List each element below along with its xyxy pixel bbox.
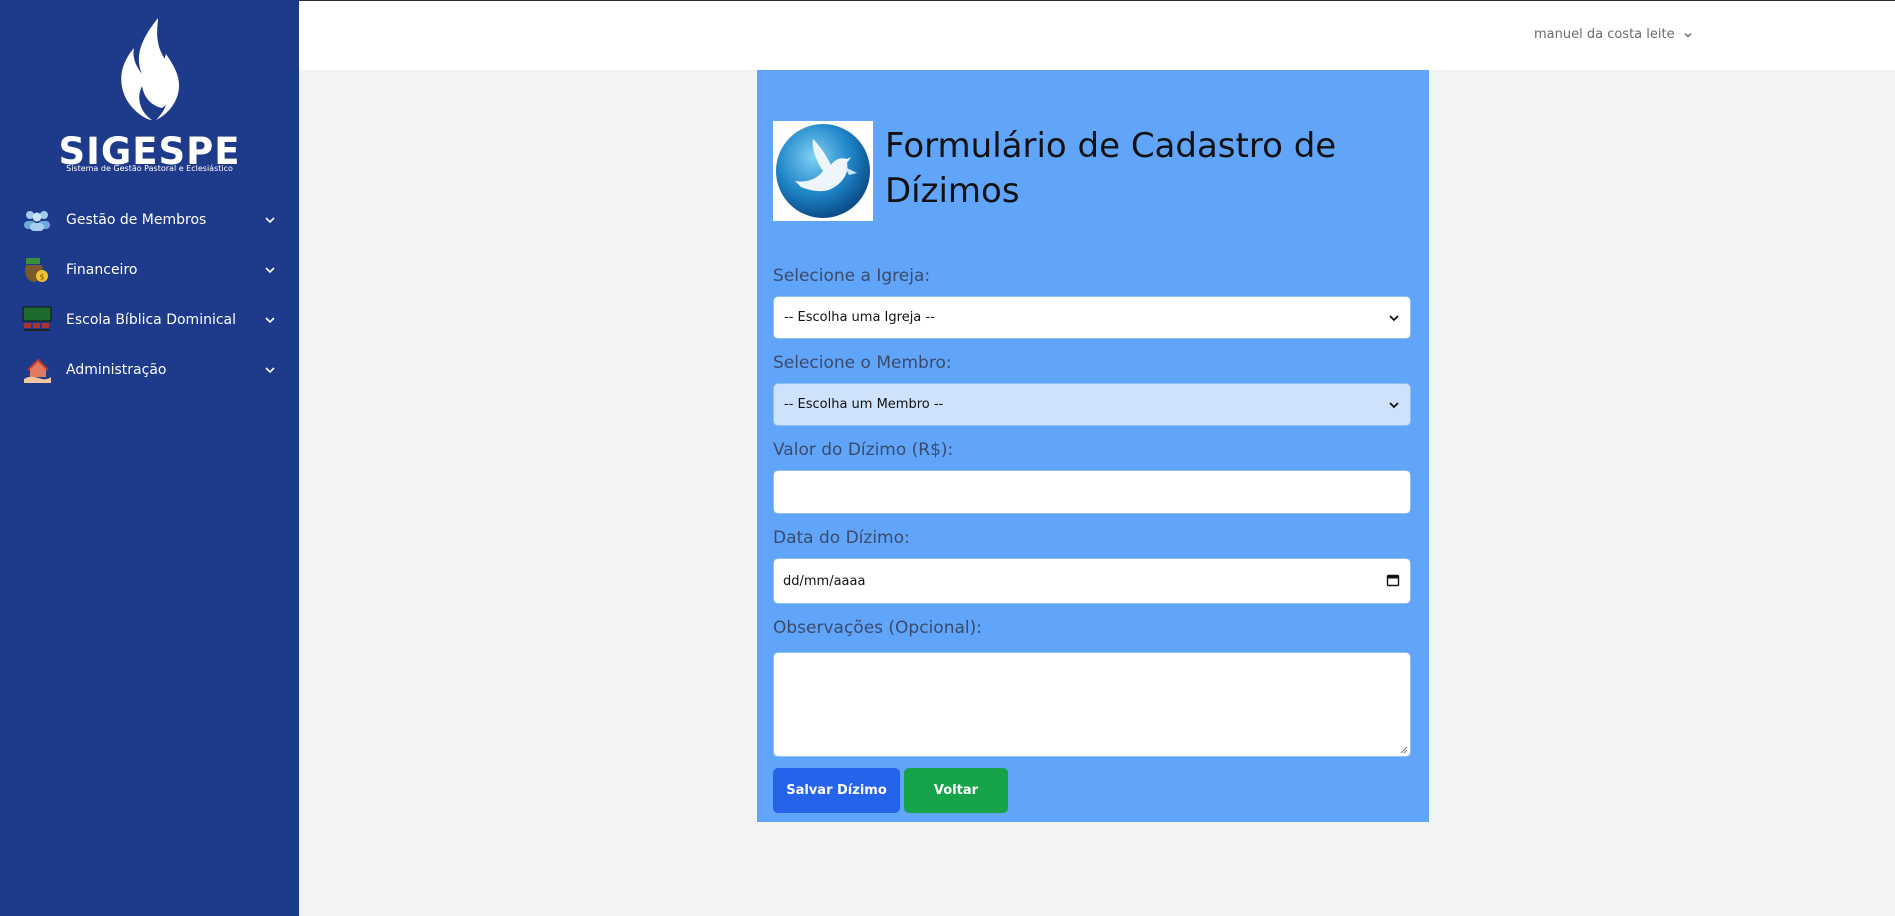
resize-handle-icon[interactable] xyxy=(1400,746,1408,754)
dove-icon xyxy=(776,124,870,218)
sidebar-item-label: Escola Bíblica Dominical xyxy=(66,312,237,328)
sidebar-item-financeiro[interactable]: $ Financeiro xyxy=(0,245,299,295)
sidebar-item-gestao-membros[interactable]: Gestão de Membros xyxy=(0,195,299,245)
sidebar-item-label: Gestão de Membros xyxy=(66,212,207,228)
dove-globe-logo xyxy=(773,121,873,221)
page-title: Formulário de Cadastro de Dízimos xyxy=(885,126,1337,211)
member-select-value: -- Escolha um Membro -- xyxy=(784,397,944,412)
church-label: Selecione a Igreja: xyxy=(773,266,931,286)
brand-tagline: Sistema de Gestão Pastoral e Eclesiástic… xyxy=(66,164,233,173)
chevron-down-icon xyxy=(1389,402,1399,409)
sidebar-item-label: Administração xyxy=(66,362,167,378)
member-select[interactable]: -- Escolha um Membro -- xyxy=(773,383,1411,426)
chevron-down-icon xyxy=(265,217,275,224)
sidebar-item-label: Financeiro xyxy=(66,262,138,278)
brand-logo[interactable]: SIGESPE Sistema de Gestão Pastoral e Ecl… xyxy=(0,12,299,182)
church-select-value: -- Escolha uma Igreja -- xyxy=(784,310,935,325)
user-menu[interactable]: manuel da costa leite xyxy=(1534,27,1693,42)
amount-input[interactable] xyxy=(773,470,1411,514)
date-placeholder: dd/mm/aaaa xyxy=(783,573,866,589)
admin-house-icon xyxy=(22,355,52,385)
chevron-down-icon xyxy=(265,267,275,274)
notes-label: Observações (Opcional): xyxy=(773,618,982,638)
member-label: Selecione o Membro: xyxy=(773,353,952,373)
classroom-icon xyxy=(22,305,52,335)
chevron-down-icon xyxy=(265,367,275,374)
flame-logo-icon xyxy=(121,18,180,120)
members-icon xyxy=(22,205,52,235)
sidebar-item-escola-biblica[interactable]: Escola Bíblica Dominical xyxy=(0,295,299,345)
top-bar: manuel da costa leite xyxy=(299,0,1895,70)
money-bag-icon: $ xyxy=(22,255,52,285)
date-label: Data do Dízimo: xyxy=(773,528,910,548)
notes-textarea[interactable] xyxy=(773,652,1411,757)
svg-text:$: $ xyxy=(40,273,45,282)
sidebar-item-administracao[interactable]: Administração xyxy=(0,345,299,395)
amount-label: Valor do Dízimo (R$): xyxy=(773,440,954,460)
chevron-down-icon xyxy=(1684,32,1692,37)
chevron-down-icon xyxy=(265,317,275,324)
tithe-form: Formulário de Cadastro de Dízimos Seleci… xyxy=(757,70,1429,822)
chevron-down-icon xyxy=(1389,315,1399,322)
sidebar: SIGESPE Sistema de Gestão Pastoral e Ecl… xyxy=(0,0,299,916)
calendar-icon[interactable] xyxy=(1386,573,1400,587)
church-select[interactable]: -- Escolha uma Igreja -- xyxy=(773,296,1411,339)
date-input[interactable]: dd/mm/aaaa xyxy=(773,558,1411,604)
user-name: manuel da costa leite xyxy=(1534,27,1675,42)
save-button[interactable]: Salvar Dízimo xyxy=(773,768,900,813)
back-button[interactable]: Voltar xyxy=(904,768,1008,813)
sidebar-nav: Gestão de Membros $ Financeiro Escola Bí… xyxy=(0,195,299,395)
